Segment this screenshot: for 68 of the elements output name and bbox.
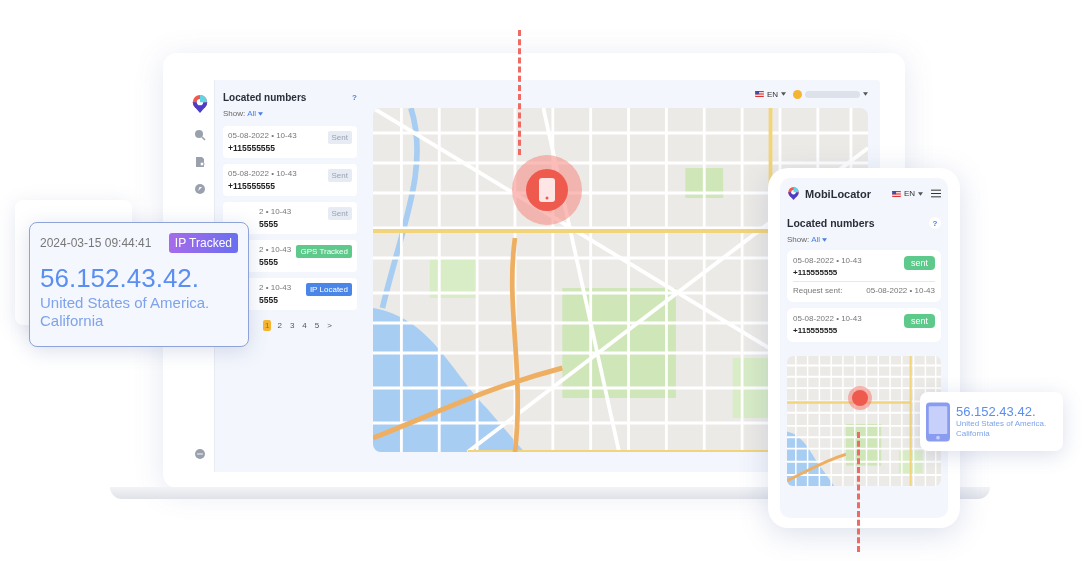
request-date: 05-08-2022 • 10-43 [793,314,862,323]
document-icon[interactable] [193,156,206,168]
status-badge: sent [904,256,935,270]
filter-dropdown[interactable]: All [811,235,821,244]
phone-pin-icon [512,155,582,225]
page-link[interactable]: 5 [312,320,322,331]
logo-icon [787,186,800,201]
compass-icon[interactable] [193,183,206,195]
filter-label: Show: [223,109,246,118]
status-badge: Sent [327,131,352,144]
timestamp: 2024-03-15 09:44:41 [40,236,152,250]
page-link[interactable]: 2 [275,320,284,331]
location-text: United States of America. California [40,294,211,330]
number-card[interactable]: 05-08-2022 • 10-43 +115555555 sent [787,308,941,342]
flag-icon [891,190,901,197]
status-badge: IP Located [305,283,352,296]
chat-icon[interactable] [193,448,206,460]
ip-address: 56.152.43.42. [956,404,1037,419]
status-badge: GPS Tracked [296,245,352,258]
caret-icon [258,111,264,116]
help-icon[interactable]: ? [929,217,941,229]
request-date: 05-08-2022 • 10-43 [866,286,935,295]
caret-icon [822,237,828,242]
list-title: Located numbers [787,217,875,229]
filter-label: Show: [787,235,810,244]
list-title: Located numbers [223,92,307,103]
number-card[interactable]: 05-08-2022 • 10-43 +115555555 Sent [223,164,357,196]
number-card[interactable]: 2 • 10-43 5555 Sent [223,202,357,234]
phone-number: +115555555 [793,326,839,335]
request-label: Request sent: [793,286,843,295]
page-link[interactable]: 3 [287,320,297,331]
status-badge: Sent [327,207,352,220]
filter-dropdown[interactable]: All [247,109,257,118]
menu-icon[interactable] [931,189,941,198]
number-card[interactable]: 05-08-2022 • 10-43 +115555555 Sent [223,126,357,158]
search-icon[interactable] [193,129,206,141]
status-badge: Sent [327,169,352,182]
caret-icon [918,191,923,196]
location-text: United States of America. California [956,419,1048,439]
request-date: 05-08-2022 • 10-43 [793,256,862,265]
number-card[interactable]: 05-08-2022 • 10-43 +115555555 sent Request sent: 05-08-2022 • 10-43 [787,250,941,302]
language-selector[interactable]: EN [766,89,778,99]
phone-number: 5555 [259,257,279,267]
help-icon[interactable]: ? [352,93,357,102]
request-date: 2 • 10-43 [259,245,292,254]
request-date: 2 • 10-43 [259,207,292,216]
status-badge: sent [904,314,935,328]
status-badge: IP Tracked [168,233,238,253]
phone-icon [926,401,950,442]
brand-name: MobiLocator [805,187,871,200]
request-date: 05-08-2022 • 10-43 [228,169,297,178]
page-link[interactable]: > [325,320,334,331]
avatar[interactable] [793,89,802,99]
phone-number: +115555555 [793,268,839,277]
phone-number: +115555555 [228,143,277,153]
phone-number: 5555 [259,295,279,305]
request-date: 2 • 10-43 [259,283,292,292]
caret-icon [863,92,868,96]
ip-address: 56.152.43.42. [40,263,200,294]
phone-number: +115555555 [228,181,277,191]
phone-number: 5555 [259,219,279,229]
language-selector[interactable]: EN [903,189,915,198]
flag-icon [754,91,764,97]
pin-icon [848,386,872,410]
page-link[interactable]: 4 [300,320,309,331]
caret-icon [781,92,786,96]
logo-icon [190,94,209,114]
request-date: 05-08-2022 • 10-43 [228,131,297,140]
